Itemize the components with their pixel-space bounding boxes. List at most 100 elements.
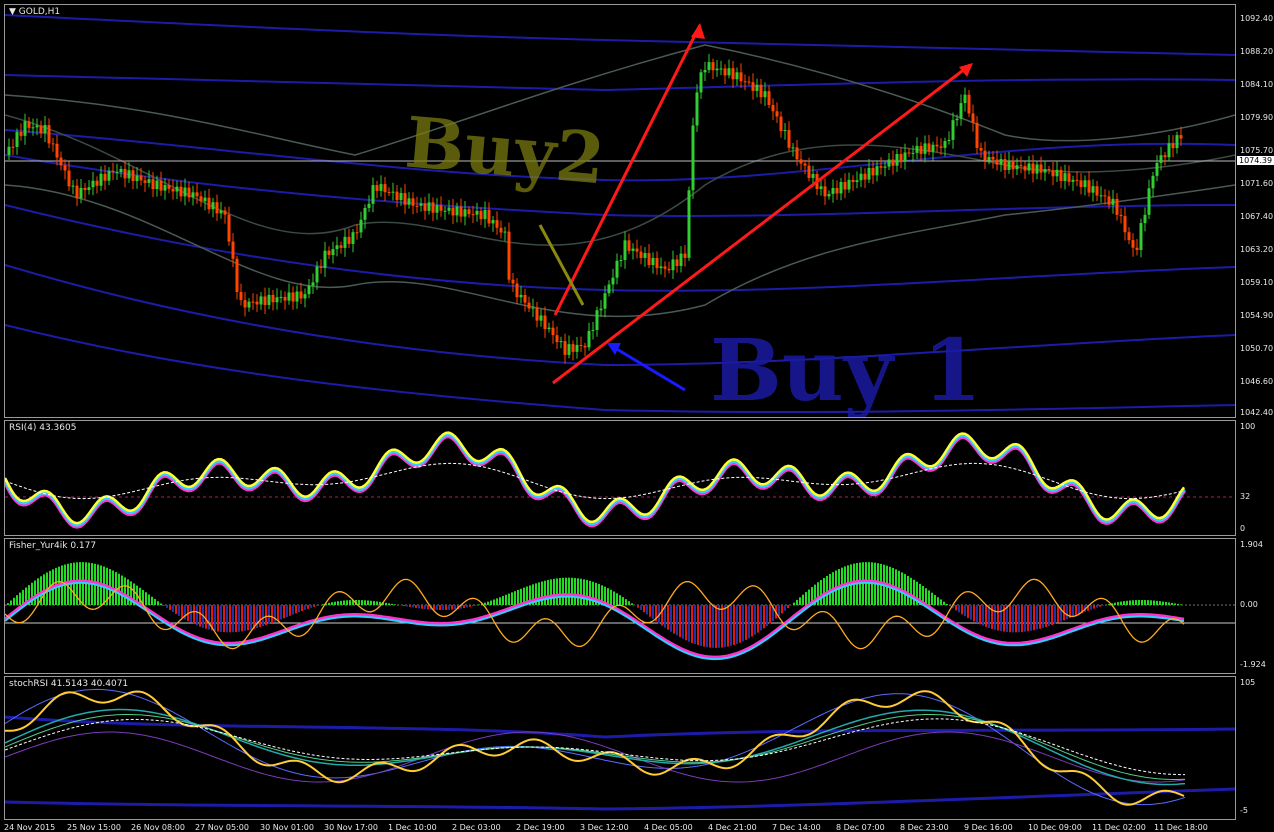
candle-body [507, 231, 511, 280]
candle-body [123, 168, 127, 179]
fisher-bar [985, 605, 987, 627]
fisher-bar [265, 605, 267, 626]
rsi-pane[interactable]: RSI(4) 43.3605 [4, 420, 1236, 536]
candle-body [423, 203, 427, 211]
candle-body [875, 166, 879, 176]
fisher-bar [307, 605, 309, 609]
candle-body [19, 132, 23, 136]
fisher-bar [1090, 605, 1092, 610]
fisher-bar [736, 605, 738, 644]
candle-body [691, 125, 695, 191]
price-scale: 1092.40 1088.20 1084.10 1079.90 1075.70 … [1236, 4, 1274, 417]
candle-body [967, 94, 971, 114]
price-tick: 1042.40 [1240, 408, 1274, 417]
candle-body [31, 127, 35, 129]
fisher-bar [694, 605, 696, 645]
fisher-bar [490, 600, 492, 605]
candle-body [559, 341, 563, 343]
fisher-bar [502, 596, 504, 605]
candle-body [855, 180, 859, 183]
candle-body [11, 146, 15, 148]
fisher-bar [451, 605, 453, 610]
price-tick: 1046.60 [1240, 377, 1274, 386]
fisher-bar [493, 599, 495, 605]
fisher-bar [472, 605, 474, 607]
candle-body [631, 248, 635, 251]
time-label: 10 Dec 09:00 [1028, 823, 1082, 832]
candle-body [375, 185, 379, 191]
fisher-bar [574, 577, 576, 605]
candle-body [1127, 232, 1131, 241]
time-label: 1 Dec 10:00 [388, 823, 437, 832]
candle-body [1151, 175, 1155, 189]
candle-body [211, 202, 215, 210]
fisher-bar [478, 604, 480, 605]
fisher-bar [1153, 600, 1155, 605]
candle-body [395, 191, 399, 201]
candle-body [187, 187, 191, 198]
candle-body [15, 132, 19, 147]
candle-body [587, 330, 591, 348]
candle-body [1055, 169, 1059, 177]
fisher-bar [673, 605, 675, 634]
candle-body [807, 165, 811, 178]
candle-body [275, 297, 279, 303]
fisher-bar [961, 605, 963, 615]
fisher-bar [1036, 605, 1038, 630]
stochrsi-pane[interactable]: stochRSI 41.5143 40.4071 [4, 676, 1236, 820]
fisher-bar [1123, 601, 1125, 605]
candle-body [759, 84, 763, 98]
fisher-bar [757, 605, 759, 633]
fisher-bar [214, 605, 216, 631]
fisher-bar [13, 597, 15, 605]
time-label: 24 Nov 2015 [4, 823, 56, 832]
candle-body [891, 159, 895, 166]
fisher-bar [487, 601, 489, 605]
candle-body [83, 187, 87, 191]
candle-body [183, 187, 187, 197]
collapse-icon[interactable]: ▼ [9, 7, 19, 17]
fisher-bar [607, 588, 609, 605]
candle-body [491, 220, 495, 224]
candle-body [179, 186, 183, 197]
price-tick: 1071.60 [1240, 179, 1274, 188]
fisher-bar [622, 597, 624, 605]
fisher-bar [334, 601, 336, 605]
candle-body [199, 196, 203, 202]
candle-body [579, 344, 583, 346]
fisher-bar [436, 605, 438, 610]
fisher-bar [166, 605, 168, 608]
time-label: 25 Nov 15:00 [67, 823, 121, 832]
fisher-bar [127, 579, 129, 605]
candle-body [767, 91, 771, 105]
candle-body [79, 187, 83, 199]
candle-body [955, 118, 959, 121]
candle-body [659, 266, 663, 269]
fisher-bar [247, 605, 249, 631]
fisher-bar [322, 604, 324, 605]
candle-body [447, 207, 451, 211]
candle-body [871, 168, 875, 176]
candle-body [763, 91, 767, 98]
fisher-bar [286, 605, 288, 617]
fisher-bar [424, 605, 426, 610]
fisher-bar [1102, 605, 1104, 606]
fisher-bar [148, 594, 150, 605]
fisher-bar [715, 605, 717, 648]
fisher-bar [439, 605, 441, 611]
candle-body [1087, 180, 1091, 193]
price-chart-pane[interactable]: Buy2 Buy 1 ▼ GOLD,H1 [4, 4, 1236, 418]
envelope-band-upper-3 [5, 14, 1235, 56]
candle-body [831, 188, 835, 194]
fisher-pane[interactable]: Fisher_Yur4ik 0.177 [4, 538, 1236, 674]
rsi-tick: 100 [1240, 422, 1256, 431]
candle-body [619, 259, 623, 261]
fisher-bar [751, 605, 753, 637]
candle-body [115, 172, 119, 174]
fisher-bar [199, 605, 201, 627]
fisher-bar [1051, 605, 1053, 625]
fisher-bar [1030, 605, 1032, 631]
fisher-bar [1117, 602, 1119, 605]
stoch-band-thin-1 [5, 688, 1186, 806]
candle-body [463, 209, 467, 217]
